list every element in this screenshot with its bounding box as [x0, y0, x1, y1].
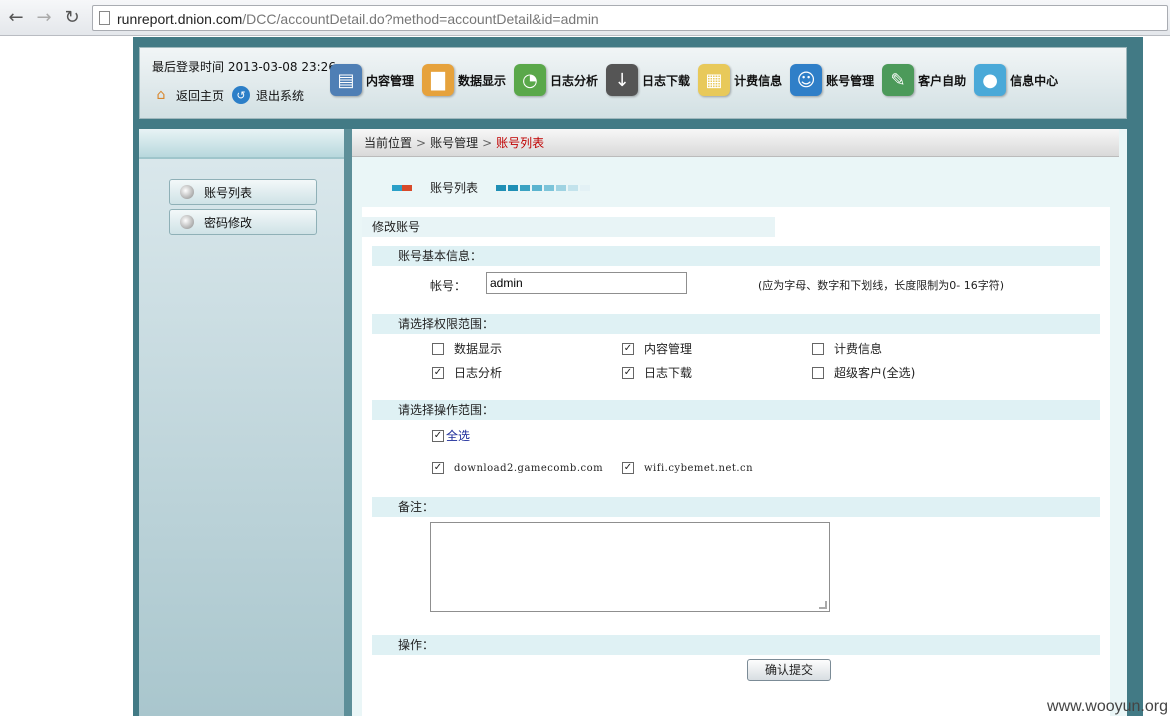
checkbox-checked[interactable]: ✓ — [622, 462, 634, 474]
nav-item-info-center[interactable]: ● 信息中心 — [974, 56, 1058, 104]
main-panel: 当前位置>账号管理>账号列表 账号列表 修改账号 账号基本信息： 帐号： (应为… — [352, 129, 1127, 716]
content-area: 账号列表 密码修改 当前位置 > 账号管理 > 账号列表 账号列表 修改账号 账… — [139, 129, 1127, 716]
submit-button[interactable]: 确认提交 — [747, 659, 831, 681]
user-edit-icon: ✎ — [882, 64, 915, 96]
breadcrumb: 当前位置 > 账号管理 > 账号列表 — [352, 129, 1119, 157]
exit-icon: ↺ — [232, 86, 251, 104]
tab-mark-icon — [392, 184, 412, 191]
back-arrow-icon[interactable]: ← — [6, 8, 26, 28]
checkbox-checked[interactable]: ✓ — [432, 366, 444, 379]
calendar-icon: ▦ — [698, 64, 731, 96]
login-time: 最后登录时间 2013-03-08 23:26 — [152, 60, 336, 74]
laptop-icon: ▤ — [330, 64, 362, 96]
section-actions: 操作： — [372, 635, 1100, 655]
nav-item-account[interactable]: ☺ 账号管理 — [790, 56, 874, 104]
home-icon: ⌂ — [156, 87, 166, 103]
tab-title: 账号列表 — [430, 181, 479, 195]
chat-icon: ● — [974, 64, 1007, 96]
checkbox-unchecked[interactable] — [812, 366, 824, 379]
nav-item-content[interactable]: ▤ 内容管理 — [330, 56, 414, 104]
sidebar: 账号列表 密码修改 — [139, 129, 344, 716]
section-remark: 备注： — [372, 497, 1100, 517]
exit-link[interactable]: 退出系统 — [256, 87, 304, 104]
nav-item-data[interactable]: ▇ 数据显示 — [422, 56, 506, 104]
permission-super-client[interactable]: 超级客户(全选) — [812, 364, 915, 381]
nav-item-billing[interactable]: ▦ 计费信息 — [698, 56, 782, 104]
page-icon — [99, 11, 110, 25]
header: 最后登录时间 2013-03-08 23:26 ⌂ 返回主页 ↺ 退出系统 ▤ … — [139, 47, 1127, 119]
download-icon: ↓ — [606, 64, 639, 96]
account-label: 帐号： — [430, 279, 467, 293]
bullet-icon — [180, 185, 194, 199]
home-link[interactable]: 返回主页 — [176, 87, 224, 104]
sidebar-item-change-password[interactable]: 密码修改 — [169, 209, 317, 235]
url-text: runreport.dnion.com/DCC/accountDetail.do… — [117, 11, 599, 27]
breadcrumb-current: 账号列表 — [496, 136, 545, 150]
permission-log-analysis[interactable]: ✓ 日志分析 — [432, 364, 502, 381]
bar-chart-icon: ▇ — [422, 64, 455, 96]
watermark: www.wooyun.org — [1047, 698, 1168, 715]
nav-item-log-analysis[interactable]: ◔ 日志分析 — [514, 56, 598, 104]
pie-chart-icon: ◔ — [514, 64, 547, 96]
checkbox-checked[interactable]: ✓ — [432, 429, 444, 442]
permission-billing[interactable]: 计费信息 — [812, 340, 882, 357]
reload-icon[interactable]: ↻ — [62, 8, 82, 28]
browser-toolbar: ← → ↻ runreport.dnion.com/DCC/accountDet… — [0, 0, 1170, 36]
permission-content-manage[interactable]: ✓ 内容管理 — [622, 340, 692, 357]
forward-arrow-icon[interactable]: → — [34, 8, 54, 28]
quick-links: ⌂ 返回主页 ↺ 退出系统 — [152, 86, 312, 104]
checkbox-checked[interactable]: ✓ — [622, 366, 634, 379]
tab-decoration — [496, 184, 592, 191]
tab-strip: 账号列表 — [392, 179, 592, 196]
users-icon: ☺ — [790, 64, 823, 96]
checkbox-checked[interactable]: ✓ — [622, 342, 634, 355]
checkbox-unchecked[interactable] — [432, 342, 444, 355]
page-frame: 最后登录时间 2013-03-08 23:26 ⌂ 返回主页 ↺ 退出系统 ▤ … — [133, 37, 1143, 716]
form-title: 修改账号 — [362, 217, 775, 237]
breadcrumb-account-manage[interactable]: 账号管理 — [430, 136, 478, 150]
nav-item-log-download[interactable]: ↓ 日志下载 — [606, 56, 690, 104]
sidebar-item-account-list[interactable]: 账号列表 — [169, 179, 317, 205]
sidebar-header — [139, 129, 344, 159]
address-bar[interactable]: runreport.dnion.com/DCC/accountDetail.do… — [92, 5, 1168, 31]
checkbox-checked[interactable]: ✓ — [432, 462, 444, 474]
permission-data-display[interactable]: 数据显示 — [432, 340, 502, 357]
account-hint: (应为字母、数字和下划线，长度限制为0- 16字符) — [758, 279, 1005, 292]
edit-account-form: 修改账号 账号基本信息： 帐号： (应为字母、数字和下划线，长度限制为0- 16… — [362, 207, 1110, 716]
remark-textarea[interactable] — [430, 522, 830, 612]
section-permissions: 请选择权限范围： — [372, 314, 1100, 334]
operation-select-all[interactable]: ✓ 全选 — [432, 427, 470, 444]
section-basic-info: 账号基本信息： — [372, 246, 1100, 266]
domain-wifi[interactable]: ✓ wifi.cybemet.net.cn — [622, 462, 753, 474]
main-nav: ▤ 内容管理 ▇ 数据显示 ◔ 日志分析 ↓ 日志下载 ▦ 计费信息 ☺ 账号管… — [330, 56, 1066, 104]
resize-grip-icon[interactable] — [819, 601, 827, 609]
account-input[interactable] — [486, 272, 687, 294]
nav-item-self-service[interactable]: ✎ 客户自助 — [882, 56, 966, 104]
bullet-icon — [180, 215, 194, 229]
domain-download2[interactable]: ✓ download2.gamecomb.com — [432, 462, 603, 474]
checkbox-unchecked[interactable] — [812, 342, 824, 355]
permission-log-download[interactable]: ✓ 日志下载 — [622, 364, 692, 381]
section-operations: 请选择操作范围： — [372, 400, 1100, 420]
